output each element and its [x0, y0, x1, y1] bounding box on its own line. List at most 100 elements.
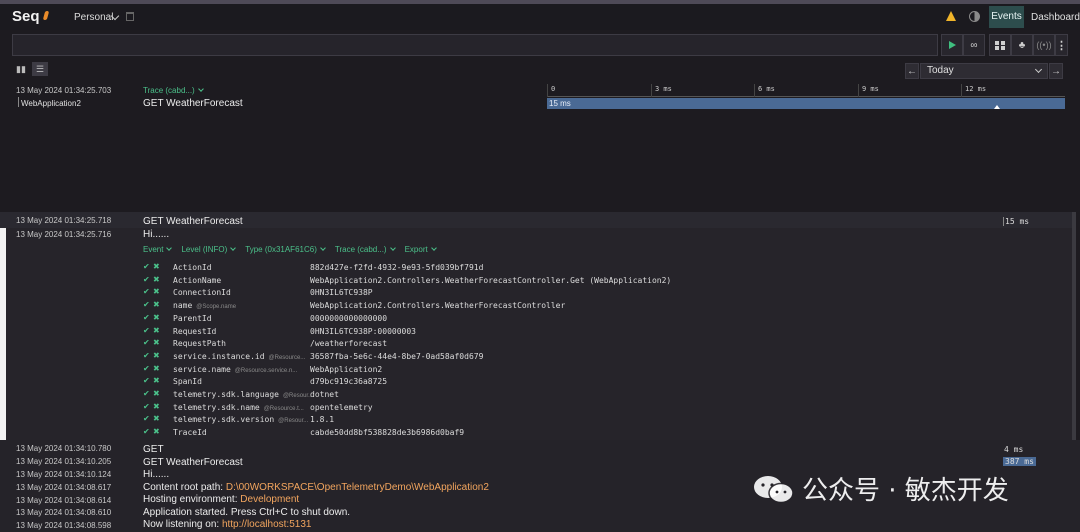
trace-span-bar[interactable]: 15 ms — [547, 98, 1065, 109]
timeline-ruler: 0 3 ms 6 ms 9 ms 12 ms — [547, 84, 1065, 97]
watermark-text: 公众号 · 敏杰开发 — [802, 476, 1009, 506]
property-scope: @Resour... — [282, 393, 314, 399]
trace-menu[interactable]: Trace (cabd...) — [335, 245, 396, 254]
property-row: ✔ ✖ telemetry.sdk.version @Resour... 1.8.1 — [143, 414, 763, 426]
event-message[interactable]: Now listening on: http://localhost:5131 — [143, 519, 311, 530]
check-icon[interactable]: ✔ — [143, 326, 150, 335]
property-value[interactable]: 0HN3IL6TC938P:00000003 — [310, 327, 416, 336]
date-prev-button[interactable]: ← — [905, 63, 919, 79]
property-value[interactable]: WebApplication2.Controllers.WeatherForec… — [310, 301, 565, 310]
property-value[interactable]: 0HN3IL6TC938P — [310, 288, 373, 297]
check-icon[interactable]: ✔ — [143, 364, 150, 373]
workspace-pin-icon[interactable] — [126, 12, 134, 21]
link-icon: ∞ — [970, 39, 978, 51]
trace-view-button[interactable]: ☰ — [32, 62, 48, 76]
property-row: ✔ ✖ telemetry.sdk.language @Resour... dotnet — [143, 389, 763, 401]
close-icon[interactable]: ✖ — [153, 414, 160, 423]
property-value[interactable]: 882d427e-f2fd-4932-9e93-5fd039bf791d — [310, 263, 483, 272]
type-menu[interactable]: Type (0x31AF61C6) — [245, 245, 326, 254]
check-icon[interactable]: ✔ — [143, 402, 150, 411]
export-menu[interactable]: Export — [405, 245, 437, 254]
trace-link[interactable]: Trace (cabd...) — [143, 86, 204, 95]
close-icon[interactable]: ✖ — [153, 389, 160, 398]
nav-events[interactable]: Events — [989, 6, 1024, 28]
check-icon[interactable]: ✔ — [143, 287, 150, 296]
event-message[interactable]: Application started. Press Ctrl+C to shu… — [143, 507, 350, 518]
event-message[interactable]: GET WeatherForecast — [143, 457, 243, 468]
property-value[interactable]: WebApplication2.Controllers.WeatherForec… — [310, 276, 671, 285]
property-name: RequestId — [173, 327, 217, 336]
warning-icon[interactable] — [946, 11, 956, 21]
check-icon[interactable]: ✔ — [143, 313, 150, 322]
property-scope: @Resource.t... — [263, 406, 304, 412]
scrollbar[interactable] — [1072, 212, 1076, 442]
check-icon[interactable]: ✔ — [143, 414, 150, 423]
arrow-right-icon: → — [1051, 65, 1061, 77]
close-icon[interactable]: ✖ — [153, 262, 160, 271]
property-value[interactable]: d79bc919c36a8725 — [310, 377, 387, 386]
property-value[interactable]: cabde50dd8bf538828de3b6986d0baf9 — [310, 428, 464, 437]
check-icon[interactable]: ✔ — [143, 389, 150, 398]
arrow-left-icon: ← — [907, 65, 917, 77]
close-icon[interactable]: ✖ — [153, 402, 160, 411]
check-icon[interactable]: ✔ — [143, 300, 150, 309]
close-icon[interactable]: ✖ — [153, 300, 160, 309]
close-icon[interactable]: ✖ — [153, 427, 160, 436]
property-value[interactable]: 1.8.1 — [310, 415, 334, 424]
histogram-view-button[interactable]: ▮▮ — [13, 62, 29, 76]
property-value[interactable]: /weatherforecast — [310, 339, 387, 348]
event-timestamp: 13 May 2024 01:34:10.124 — [16, 470, 112, 479]
property-scope: @Resource.service.n... — [234, 368, 298, 374]
property-row: ✔ ✖ ActionName WebApplication2.Controllers.… — [143, 275, 763, 287]
more-menu-button[interactable]: ⋮ — [1055, 34, 1068, 56]
date-range-select[interactable]: Today — [920, 63, 1048, 79]
close-icon[interactable]: ✖ — [153, 287, 160, 296]
check-icon[interactable]: ✔ — [143, 351, 150, 360]
close-icon[interactable]: ✖ — [153, 351, 160, 360]
property-name: telemetry.sdk.version @Resour... — [173, 415, 309, 424]
property-value[interactable]: 0000000000000000 — [310, 314, 387, 323]
link-button[interactable]: ∞ — [963, 34, 985, 56]
close-icon[interactable]: ✖ — [153, 364, 160, 373]
workspace-selector[interactable]: Personal — [74, 12, 113, 23]
check-icon[interactable]: ✔ — [143, 275, 150, 284]
tail-button[interactable]: ((•)) — [1033, 34, 1055, 56]
event-duration: 15 ms — [1003, 217, 1030, 226]
date-range-label: Today — [927, 65, 954, 76]
property-name: RequestPath — [173, 339, 226, 348]
property-row: ✔ ✖ service.name @Resource.service.n... WebA… — [143, 364, 763, 376]
property-value[interactable]: opentelemetry — [310, 403, 373, 412]
check-icon[interactable]: ✔ — [143, 427, 150, 436]
check-icon[interactable]: ✔ — [143, 376, 150, 385]
event-message[interactable]: Hosting environment: Development — [143, 494, 299, 505]
event-message[interactable]: GET — [143, 444, 164, 455]
trace-message[interactable]: GET WeatherForecast — [143, 98, 243, 109]
check-icon[interactable]: ✔ — [143, 338, 150, 347]
run-query-button[interactable] — [941, 34, 963, 56]
level-menu[interactable]: Level (INFO) — [181, 245, 237, 254]
add-to-dashboard-button[interactable] — [989, 34, 1011, 56]
nav-dashboards[interactable]: Dashboards — [1031, 12, 1080, 23]
close-icon[interactable]: ✖ — [153, 313, 160, 322]
event-timestamp: 13 May 2024 01:34:25.716 — [16, 230, 112, 239]
close-icon[interactable]: ✖ — [153, 338, 160, 347]
property-row: ✔ ✖ service.instance.id @Resource... 36587fb… — [143, 351, 763, 363]
event-timestamp: 13 May 2024 01:34:10.780 — [16, 444, 112, 453]
property-value[interactable]: WebApplication2 — [310, 365, 382, 374]
app-logo[interactable]: Seq — [12, 8, 40, 25]
event-message[interactable]: Hi...... — [143, 469, 169, 480]
check-icon[interactable]: ✔ — [143, 262, 150, 271]
close-icon[interactable]: ✖ — [153, 376, 160, 385]
event-actions: Event Level (INFO) Type (0x31AF61C6) Tra… — [143, 245, 437, 254]
date-next-button[interactable]: → — [1049, 63, 1063, 79]
event-message[interactable]: Content root path: D:\00WORKSPACE\OpenTe… — [143, 482, 489, 493]
close-icon[interactable]: ✖ — [153, 275, 160, 284]
property-value[interactable]: dotnet — [310, 390, 339, 399]
theme-toggle-icon[interactable] — [969, 11, 980, 22]
event-timestamp: 13 May 2024 01:34:08.598 — [16, 521, 112, 530]
event-menu[interactable]: Event — [143, 245, 173, 254]
alert-button[interactable]: ♣ — [1011, 34, 1033, 56]
search-input[interactable] — [12, 34, 938, 56]
close-icon[interactable]: ✖ — [153, 326, 160, 335]
property-value[interactable]: 36587fba-5e6c-44e4-8be7-0ad58af0d679 — [310, 352, 483, 361]
